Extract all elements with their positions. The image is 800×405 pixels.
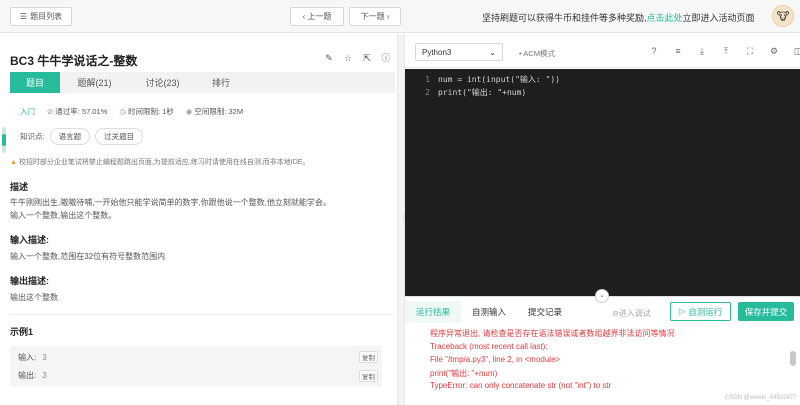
chevron-down-icon: ⌄ — [489, 47, 496, 57]
copy-input-button[interactable]: 复制 — [359, 351, 378, 363]
problem-panel: BC3 牛牛学说话之-整数 ✎ ☆ ⇱ ⓘ 题目 题解(21) 讨论(23) 排… — [0, 34, 397, 405]
next-problem-button[interactable]: 下一题 › — [349, 7, 401, 26]
promo-banner: 坚持刷题可以获得牛币和挂件等多种奖励,点击此处立即进入活动页面 — [482, 13, 755, 23]
promo-link[interactable]: 点击此处 — [647, 13, 683, 23]
tag-chip[interactable]: 过关题目 — [95, 128, 144, 145]
input-text: 输入一个整数,范围在32位有符号整数范围内 — [10, 252, 166, 261]
pane-splitter[interactable]: ⋮ — [397, 34, 408, 405]
clock-icon: ◷ — [119, 107, 126, 116]
language-select[interactable]: Python3 ⌄ — [415, 43, 503, 61]
warning-icon: ▲ — [10, 159, 17, 166]
tab-problem[interactable]: 题目 — [10, 72, 60, 93]
title-actions: ✎ ☆ ⇱ ⓘ — [324, 53, 391, 63]
tab-submissions[interactable]: 提交记录 — [517, 301, 573, 323]
editor-actions: ? ≡ ⤓ ⤒ ⛶ ⚙ ◫ — [648, 45, 800, 57]
share-icon[interactable]: ⇱ — [362, 53, 372, 63]
input-heading: 输入描述: — [10, 235, 49, 245]
chevron-right-icon: › — [386, 12, 390, 21]
tag-chip[interactable]: 语言题 — [49, 128, 91, 145]
fullscreen-icon[interactable]: ⛶ — [744, 45, 756, 57]
result-panel: ⌄ 运行结果 自测输入 提交记录 ⊖进入调试 ▷ 自测运行 保存并提交 程序异常退… — [405, 289, 800, 405]
tab-discussion[interactable]: 讨论(23) — [129, 72, 196, 93]
scrollbar[interactable] — [790, 351, 796, 366]
download-icon[interactable]: ⤓ — [696, 45, 708, 57]
list-icon: ☰ — [19, 12, 28, 21]
info-icon[interactable]: ⓘ — [381, 53, 391, 63]
error-line: print("输出: "+num) — [430, 369, 498, 378]
tab-run-result[interactable]: 运行结果 — [405, 301, 462, 323]
example-box: 输入: 3 复制 输出: 3 复制 — [10, 346, 382, 387]
copy-output-button[interactable]: 复制 — [359, 370, 378, 382]
enter-debug-button[interactable]: ⊖进入调试 — [612, 308, 651, 319]
chevron-left-icon: ‹ — [302, 12, 306, 21]
error-message: 程序异常退出, 请检查是否存在语法错误或者数组越界非法访问等情况 — [430, 329, 675, 338]
gear-icon[interactable]: ⚙ — [768, 45, 780, 57]
star-icon[interactable]: ☆ — [343, 53, 353, 63]
tab-self-test-input[interactable]: 自测输入 — [461, 301, 517, 323]
help-icon[interactable]: ? — [648, 45, 660, 57]
submit-button[interactable]: 保存并提交 — [738, 302, 794, 321]
lock-icon: ⊖ — [612, 309, 619, 318]
error-line: TypeError: can only concatenate str (not… — [430, 381, 612, 390]
feedback-slider[interactable] — [2, 127, 6, 153]
error-line: Traceback (most recent call last): — [430, 342, 548, 351]
space-limit: 空间限制: 32M — [194, 107, 244, 116]
time-limit: 时间限制: 1秒 — [127, 107, 174, 116]
problem-tabs: 题目 题解(21) 讨论(23) 排行 — [10, 72, 395, 93]
result-tabs: 运行结果 自测输入 提交记录 — [405, 301, 573, 323]
problem-list-button[interactable]: ☰ 题目列表 — [10, 7, 72, 26]
run-button[interactable]: ▷ 自测运行 — [670, 302, 731, 321]
difficulty-badge: 入门 — [20, 107, 35, 116]
top-bar: ☰ 题目列表 ‹ 上一题 下一题 › 坚持刷题可以获得牛币和挂件等多种奖励,点击… — [0, 0, 800, 33]
code-line: 2 print("输出: "+num) — [425, 88, 527, 97]
knowledge-points: 知识点: 语言题 过关题目 — [20, 128, 144, 145]
chevron-down-icon[interactable]: ⌄ — [595, 289, 609, 303]
warning-notice: ▲ 校招时部分企业笔试将禁止编程题跳出页面,为提前适应,练习时请使用在线自测,而非… — [10, 159, 310, 166]
prev-problem-button[interactable]: ‹ 上一题 — [290, 7, 344, 26]
tab-filler — [246, 72, 395, 93]
edit-icon[interactable]: ✎ — [324, 53, 334, 63]
play-icon: ▷ — [678, 306, 686, 316]
page-title: BC3 牛牛学说话之-整数 — [10, 54, 138, 68]
slider-knob[interactable] — [2, 134, 6, 146]
example-heading: 示例1 — [10, 327, 34, 337]
desc-text: 牛牛刚刚出生,嗷嗷待哺,一开始他只能学说简单的数字,你跟他说一个整数,他立刻就能… — [10, 198, 331, 207]
memory-icon: ◉ — [185, 107, 193, 116]
desc-heading: 描述 — [10, 182, 29, 192]
check-circle-icon: ⊘ — [47, 107, 54, 116]
editor-toolbar: Python3 ⌄ • ACM模式 ? ≡ ⤓ ⤒ ⛶ ⚙ ◫ — [405, 34, 800, 68]
tab-solutions[interactable]: 题解(21) — [60, 72, 129, 93]
problem-meta: 入门 ⊘ 通过率: 57.01% ◷ 时间限制: 1秒 ◉ 空间限制: 32M — [20, 106, 243, 117]
pass-rate: 通过率: 57.01% — [55, 107, 108, 116]
acm-mode-toggle[interactable]: • ACM模式 — [519, 48, 555, 59]
editor-panel: Python3 ⌄ • ACM模式 ? ≡ ⤓ ⤒ ⛶ ⚙ ◫ 1 num = i… — [405, 34, 800, 405]
tab-ranking[interactable]: 排行 — [196, 72, 246, 93]
code-line: 1 num = int(input("输入: ")) — [425, 75, 560, 84]
divider — [10, 314, 395, 315]
example-output: 输出: 3 — [18, 371, 47, 380]
avatar[interactable]: 🐮 — [772, 5, 794, 27]
reset-icon[interactable]: ≡ — [672, 45, 684, 57]
output-heading: 输出描述: — [10, 276, 49, 286]
desc-text-2: 输入一个整数,输出这个整数。 — [10, 211, 117, 220]
code-icon[interactable]: ◫ — [792, 45, 800, 57]
output-text: 输出这个整数 — [10, 293, 58, 302]
upload-icon[interactable]: ⤒ — [720, 45, 732, 57]
error-line: File "/tmp/a.py3", line 2, in <module> — [430, 355, 561, 364]
example-input: 输入: 3 — [18, 353, 47, 362]
watermark: CSDN @weixin_44522477 — [725, 395, 797, 401]
